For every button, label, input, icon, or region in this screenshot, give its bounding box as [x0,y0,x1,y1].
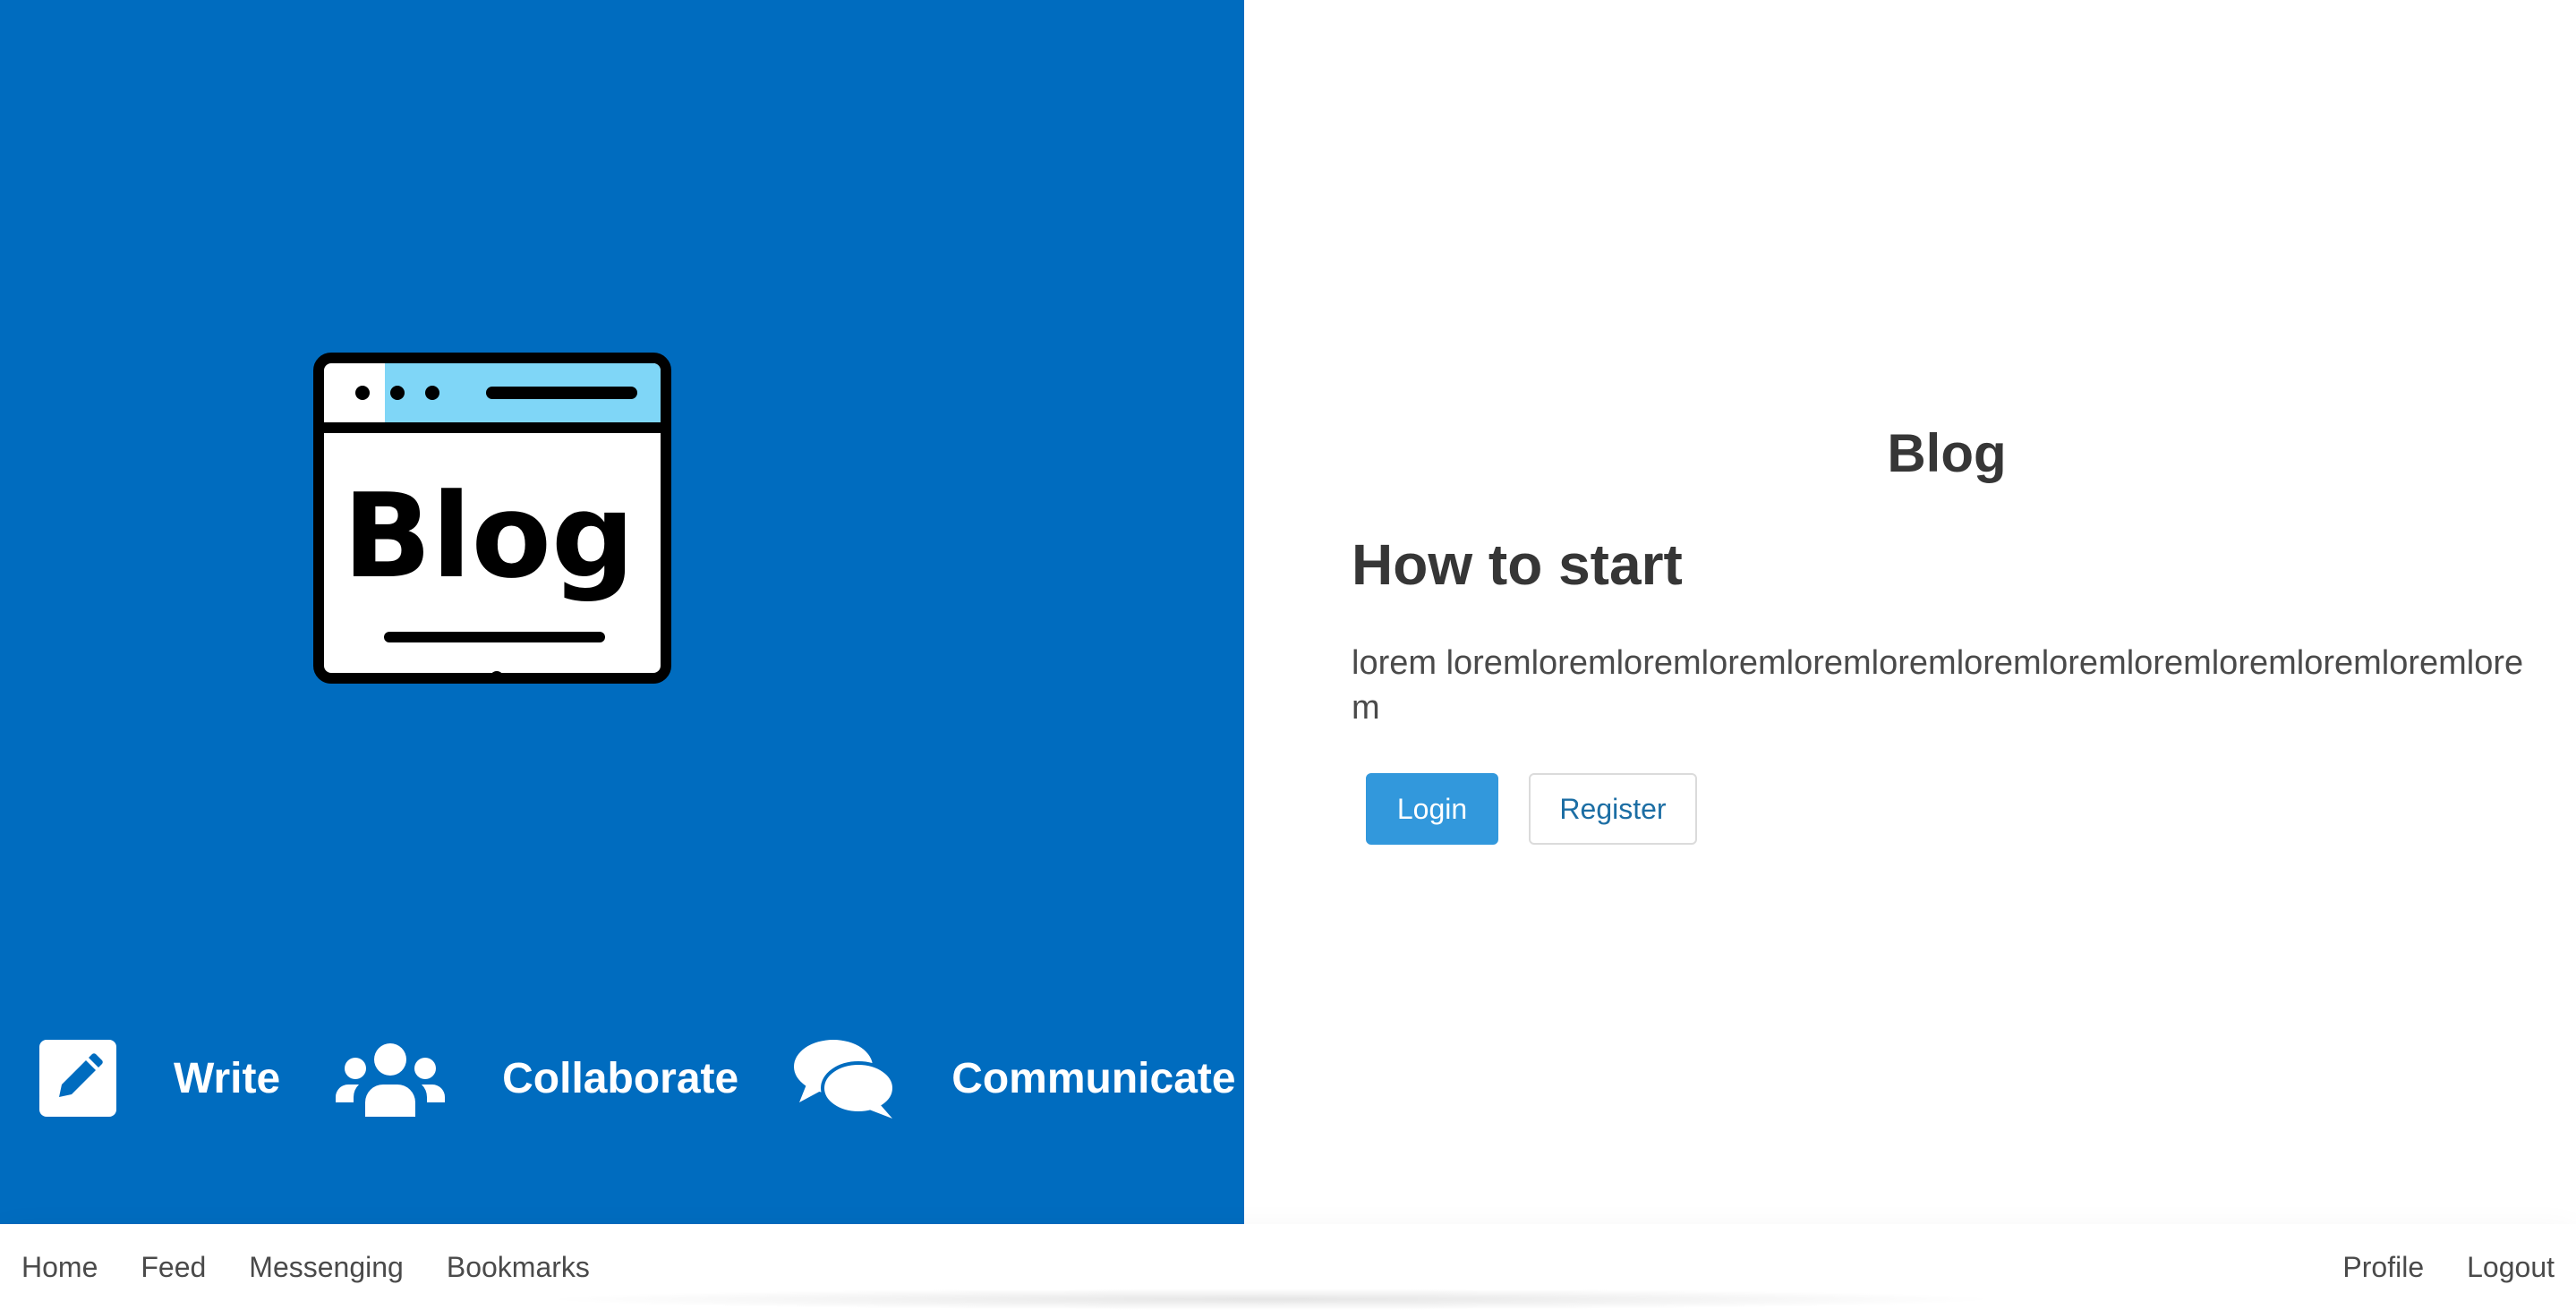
feature-label-collaborate: Collaborate [502,1054,739,1102]
feature-collaborate: Collaborate [336,1040,738,1117]
blog-window-icon: Blog [313,353,671,684]
blog-illustration-text: Blog [343,468,635,604]
register-button[interactable]: Register [1529,773,1697,845]
nav-item-profile[interactable]: Profile [2321,1251,2445,1284]
navbar-end: Profile Logout [2321,1224,2576,1310]
navbar-start: Home Feed Messenging Bookmarks [0,1224,611,1310]
hero-panel: Blog Write Collaborate Communicate [0,0,1244,1224]
edit-icon [39,1040,116,1117]
section-text: lorem loremloremloremloremloremloremlore… [1352,644,2524,727]
nav-item-logout[interactable]: Logout [2445,1251,2576,1284]
nav-item-bookmarks[interactable]: Bookmarks [425,1251,611,1284]
feature-communicate: Communicate [794,1038,1236,1119]
comments-icon [794,1038,895,1119]
auth-actions: Login Register [1366,773,1697,845]
feature-write: Write [39,1040,280,1117]
nav-item-messenging[interactable]: Messenging [227,1251,425,1284]
section-title: How to start [1352,532,1683,597]
site-title: Blog [1887,423,2007,483]
feature-label-communicate: Communicate [951,1054,1236,1102]
users-icon [336,1040,446,1117]
login-button[interactable]: Login [1366,773,1498,845]
bottom-navbar: Home Feed Messenging Bookmarks Profile L… [0,1224,2576,1310]
nav-item-home[interactable]: Home [0,1251,119,1284]
feature-list: Write Collaborate Communicate [39,1034,1236,1123]
feature-label-write: Write [174,1054,281,1102]
intro-panel: Blog How to start lorem loremloremloreml… [1244,0,2576,1224]
nav-item-feed[interactable]: Feed [119,1251,227,1284]
